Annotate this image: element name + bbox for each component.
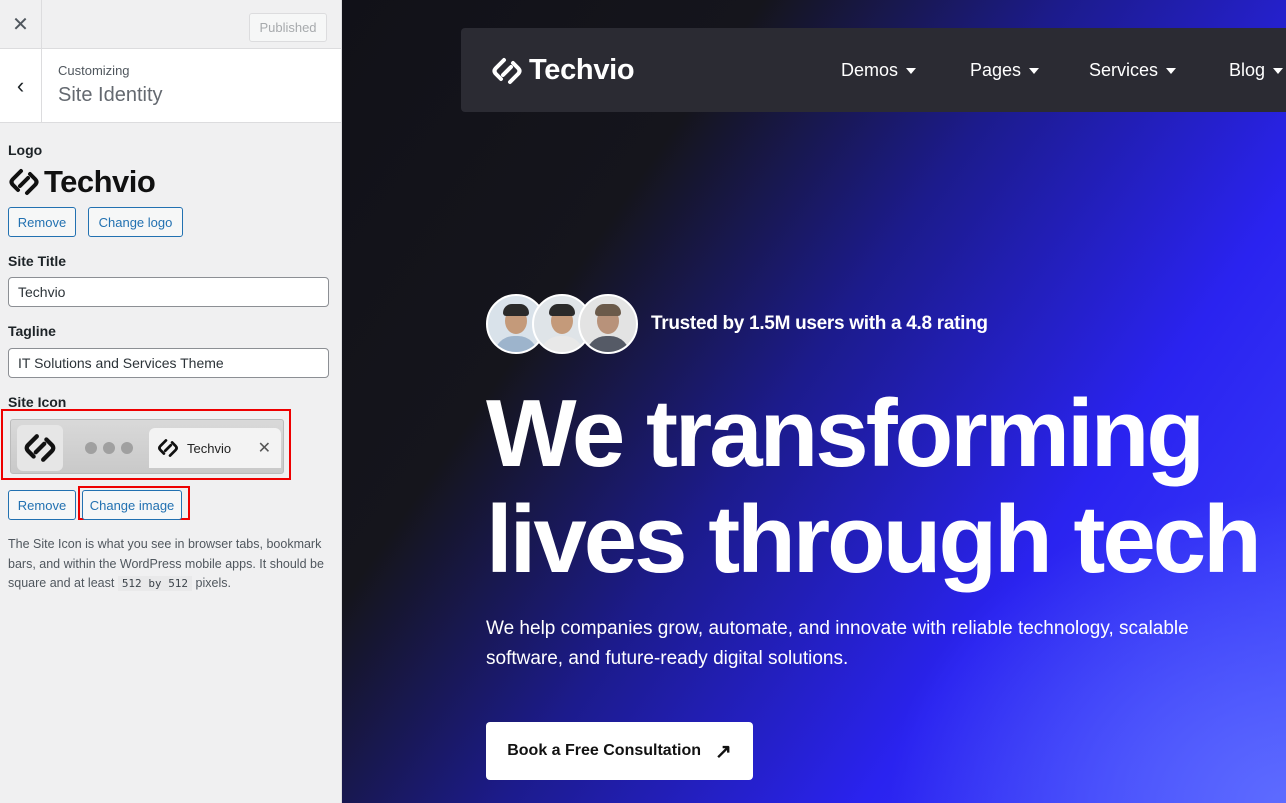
preview-navbar: Techvio Demos Pages Services Blog: [461, 28, 1286, 112]
section-title: Site Identity: [58, 84, 163, 106]
chevron-down-icon: [1029, 67, 1040, 74]
techvio-logo-icon: [492, 57, 522, 84]
preview-logo[interactable]: Techvio: [491, 54, 635, 87]
published-button[interactable]: Published: [249, 13, 327, 42]
logo-label: Logo: [8, 142, 43, 158]
hero-title-line-1: We transforming: [486, 380, 1205, 487]
customizer-topbar: ✕ Published: [0, 0, 341, 49]
preview-brand-text: Techvio: [529, 54, 635, 86]
hero-subtitle: We help companies grow, automate, and in…: [486, 618, 1189, 669]
logo-preview: Techvio: [8, 164, 156, 200]
site-icon-label: Site Icon: [8, 394, 67, 410]
tab-close-icon: ✕: [257, 440, 271, 457]
close-icon[interactable]: ✕: [0, 0, 42, 49]
book-consultation-button[interactable]: Book a Free Consultation ↗: [486, 722, 753, 780]
site-preview: Techvio Demos Pages Services Blog Truste…: [342, 0, 1286, 803]
techvio-logo-icon: [24, 434, 56, 462]
chevron-down-icon: [1273, 67, 1284, 74]
site-icon-square: [17, 425, 63, 471]
techvio-logo-icon: [9, 169, 39, 195]
nav-item-services[interactable]: Services: [1089, 60, 1177, 81]
nav-item-blog[interactable]: Blog: [1229, 60, 1284, 81]
change-image-button[interactable]: Change image: [82, 490, 182, 520]
site-title-input[interactable]: Techvio: [8, 277, 329, 307]
browser-tab-label: Techvio: [187, 440, 232, 456]
change-logo-button[interactable]: Change logo: [88, 207, 183, 237]
customizer-sidebar: ✕ Published ‹ Customizing Site Identity …: [0, 0, 342, 803]
nav-item-pages[interactable]: Pages: [970, 60, 1040, 81]
size-code: 512 by 512: [117, 576, 193, 591]
browser-dots: [85, 442, 133, 454]
tagline-label: Tagline: [8, 323, 56, 339]
site-title-label: Site Title: [8, 253, 67, 269]
browser-tab-preview: Techvio ✕: [149, 428, 281, 468]
back-icon[interactable]: ‹: [0, 49, 42, 122]
nav-item-demos[interactable]: Demos: [841, 60, 917, 81]
section-header: ‹ Customizing Site Identity: [0, 49, 341, 123]
section-subtitle: Customizing: [58, 63, 130, 78]
chevron-down-icon: [1166, 67, 1177, 74]
arrow-up-right-icon: ↗: [715, 740, 732, 763]
tagline-input[interactable]: IT Solutions and Services Theme: [8, 348, 329, 378]
user-avatars: [486, 294, 638, 354]
remove-icon-button[interactable]: Remove: [8, 490, 76, 520]
trusted-text: Trusted by 1.5M users with a 4.8 rating: [651, 313, 988, 334]
site-icon-description: The Site Icon is what you see in browser…: [8, 537, 324, 591]
site-icon-highlight: Techvio ✕: [1, 409, 291, 480]
chevron-down-icon: [906, 67, 917, 74]
site-icon-preview: Techvio ✕: [10, 419, 284, 474]
techvio-logo-icon: [158, 439, 178, 457]
hero-title-line-2: lives through tech: [486, 486, 1262, 593]
remove-logo-button[interactable]: Remove: [8, 207, 76, 237]
avatar: [578, 294, 638, 354]
logo-brand-text: Techvio: [44, 164, 156, 199]
